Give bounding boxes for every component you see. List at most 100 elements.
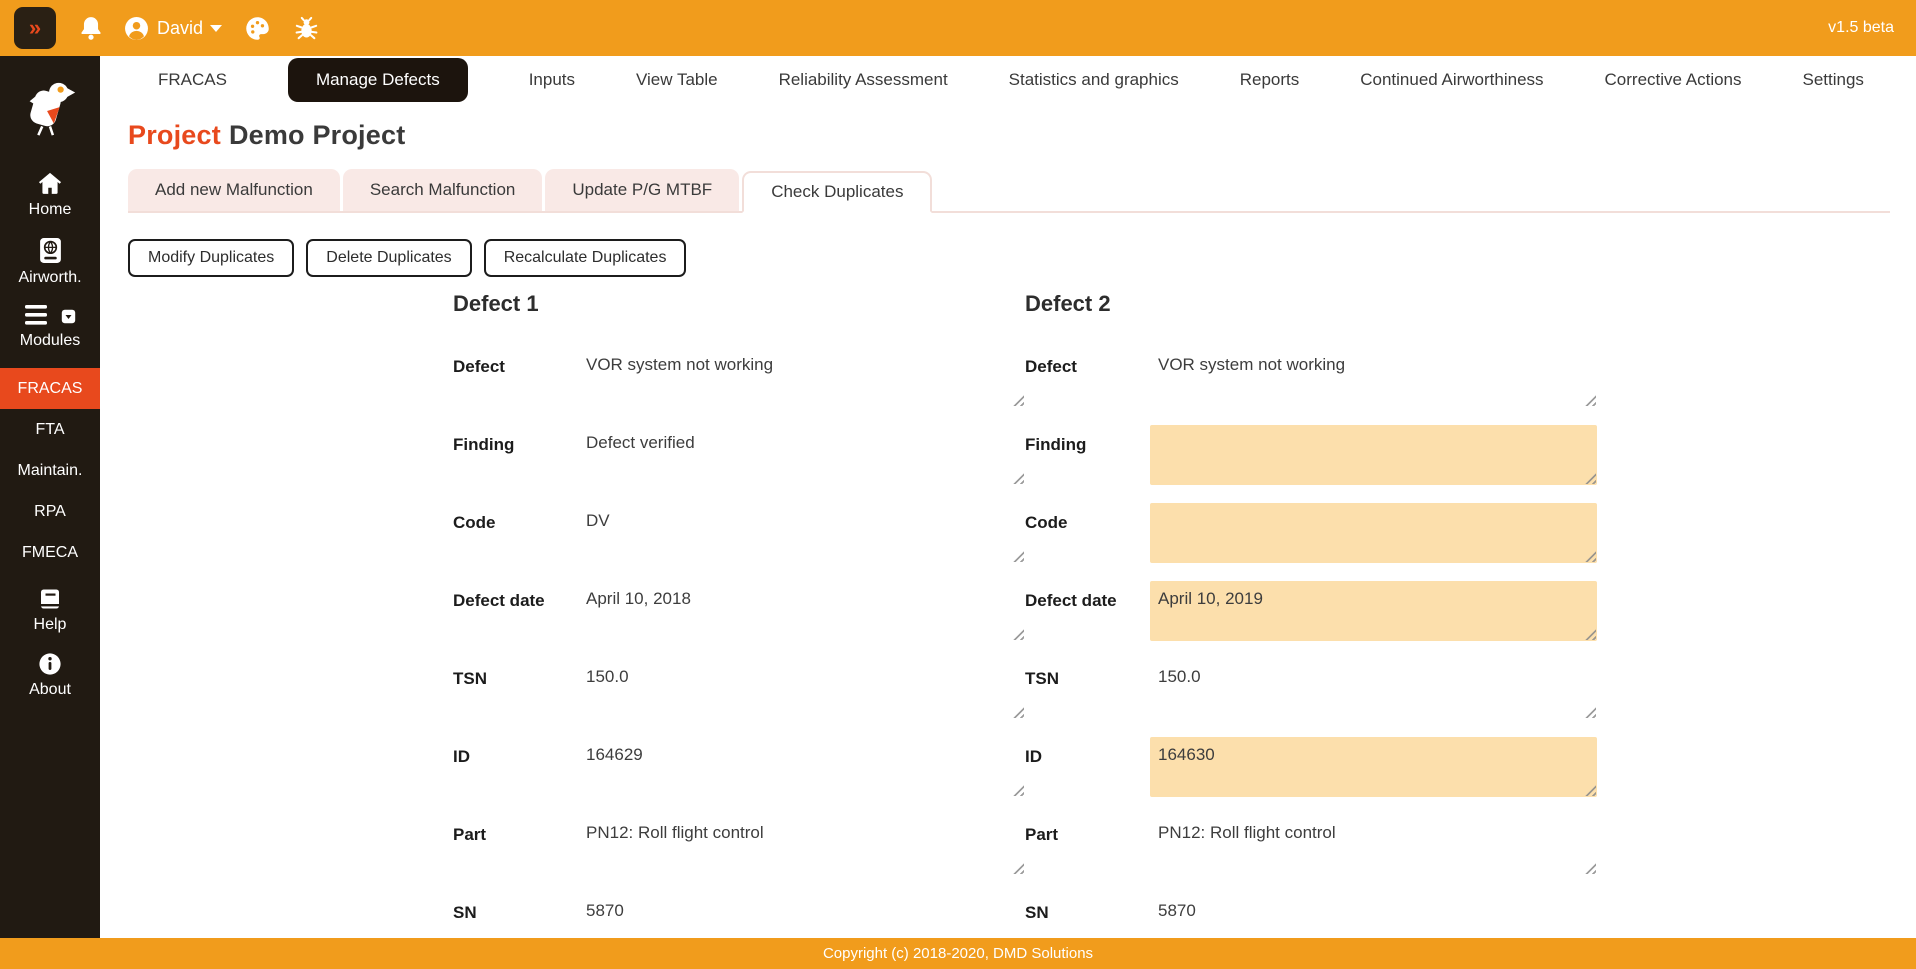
code-textarea[interactable] <box>1150 503 1597 563</box>
defect-textarea[interactable]: VOR system not working <box>1150 347 1597 407</box>
resize-grip-icon[interactable] <box>1013 785 1024 796</box>
sidebar-item-fracas[interactable]: FRACAS <box>0 368 100 409</box>
field-label: Part <box>1025 825 1059 844</box>
sidebar-item-rpa[interactable]: RPA <box>0 491 100 532</box>
resize-grip-icon[interactable] <box>1585 473 1596 484</box>
field-label: TSN <box>453 669 487 688</box>
field-value: DV <box>586 511 610 530</box>
sn-textarea[interactable]: 5870 <box>1150 893 1597 938</box>
resize-grip-icon[interactable] <box>1585 863 1596 874</box>
id-textarea[interactable]: 164629 <box>578 737 1025 797</box>
field-row: Part PN12: Roll flight control <box>1025 815 1597 875</box>
field-label: ID <box>1025 747 1042 766</box>
tsn-textarea[interactable]: 150.0 <box>1150 659 1597 719</box>
page-title: Project Demo Project <box>128 120 1890 151</box>
theme-palette-icon[interactable] <box>244 15 271 42</box>
duplicates-toolbar: Modify Duplicates Delete Duplicates Reca… <box>128 239 1890 277</box>
bug-report-icon[interactable] <box>293 15 320 42</box>
resize-grip-icon[interactable] <box>1013 707 1024 718</box>
finding-textarea[interactable]: Defect verified <box>578 425 1025 485</box>
field-value: PN12: Roll flight control <box>1158 823 1336 842</box>
project-name: Demo Project <box>228 120 406 150</box>
user-menu[interactable]: David <box>124 16 223 41</box>
sidebar-collapse-button[interactable]: » <box>14 7 56 49</box>
tab-update-pg-mtbf[interactable]: Update P/G MTBF <box>545 169 740 211</box>
field-value: 150.0 <box>586 667 629 686</box>
part-textarea[interactable]: PN12: Roll flight control <box>578 815 1025 875</box>
defect-1-column: Defect 1 Defect VOR system not working F… <box>453 277 1025 938</box>
sidebar-item-help[interactable]: Help <box>0 587 100 634</box>
resize-grip-icon[interactable] <box>1585 707 1596 718</box>
field-value: PN12: Roll flight control <box>586 823 764 842</box>
nav-item-reports[interactable]: Reports <box>1240 70 1300 90</box>
id-textarea[interactable]: 164630 <box>1150 737 1597 797</box>
defect-textarea[interactable]: VOR system not working <box>578 347 1025 407</box>
field-row: Defect VOR system not working <box>453 347 1025 407</box>
field-label: Defect date <box>453 591 545 610</box>
sidebar-item-maintain[interactable]: Maintain. <box>0 450 100 491</box>
page-title-prefix: Project <box>128 120 221 150</box>
tab-add-new-malfunction[interactable]: Add new Malfunction <box>128 169 340 211</box>
sidebar-item-airworthiness[interactable]: Airworth. <box>0 237 100 287</box>
field-row: SN 5870 <box>453 893 1025 938</box>
nav-item-settings[interactable]: Settings <box>1802 70 1863 90</box>
defect-date-textarea[interactable]: April 10, 2018 <box>578 581 1025 641</box>
field-row: Defect VOR system not working <box>1025 347 1597 407</box>
resize-grip-icon[interactable] <box>1585 785 1596 796</box>
sidebar-item-fta[interactable]: FTA <box>0 409 100 450</box>
sidebar-item-about[interactable]: About <box>0 652 100 699</box>
sidebar-item-label: About <box>29 681 71 698</box>
resize-grip-icon[interactable] <box>1585 395 1596 406</box>
footer: Copyright (c) 2018-2020, DMD Solutions <box>0 938 1916 969</box>
nav-item-view-table[interactable]: View Table <box>636 70 718 90</box>
tab-check-duplicates[interactable]: Check Duplicates <box>742 171 933 213</box>
part-textarea[interactable]: PN12: Roll flight control <box>1150 815 1597 875</box>
field-label: Defect <box>1025 357 1077 376</box>
robin-logo[interactable] <box>18 78 82 140</box>
book-icon <box>0 587 100 611</box>
field-label: ID <box>453 747 470 766</box>
nav-item-continued-airworthiness[interactable]: Continued Airworthiness <box>1360 70 1543 90</box>
sidebar-item-label: Home <box>28 201 72 218</box>
field-value: VOR system not working <box>586 355 774 374</box>
nav-item-corrective-actions[interactable]: Corrective Actions <box>1605 70 1742 90</box>
field-row: Finding <box>1025 425 1597 485</box>
modify-duplicates-button[interactable]: Modify Duplicates <box>128 239 295 277</box>
resize-grip-icon[interactable] <box>1585 551 1596 562</box>
defect-date-textarea[interactable]: April 10, 2019 <box>1150 581 1597 641</box>
nav-item-statistics-and-graphics[interactable]: Statistics and graphics <box>1009 70 1179 90</box>
tab-search-malfunction[interactable]: Search Malfunction <box>342 169 543 211</box>
finding-textarea[interactable] <box>1150 425 1597 485</box>
sidebar-item-fmeca[interactable]: FMECA <box>0 532 100 573</box>
field-label: SN <box>453 903 477 922</box>
nav-item-manage-defects[interactable]: Manage Defects <box>287 58 468 102</box>
nav-item-fracas[interactable]: FRACAS <box>158 70 227 90</box>
sn-textarea[interactable]: 5870 <box>578 893 1025 938</box>
resize-grip-icon[interactable] <box>1013 863 1024 874</box>
sidebar-item-label: Help <box>33 616 67 633</box>
sidebar-item-modules[interactable]: Modules <box>0 305 100 350</box>
tsn-textarea[interactable]: 150.0 <box>578 659 1025 719</box>
sidebar-item-label: Airworth. <box>18 269 82 286</box>
chevron-down-icon <box>210 24 223 32</box>
resize-grip-icon[interactable] <box>1013 551 1024 562</box>
notifications-bell-icon[interactable] <box>78 15 104 41</box>
field-label: Defect <box>453 357 505 376</box>
field-row: Finding Defect verified <box>453 425 1025 485</box>
nav-item-inputs[interactable]: Inputs <box>529 70 575 90</box>
resize-grip-icon[interactable] <box>1013 629 1024 640</box>
code-textarea[interactable]: DV <box>578 503 1025 563</box>
delete-duplicates-button[interactable]: Delete Duplicates <box>306 239 472 277</box>
subtab-bar: Add new Malfunction Search Malfunction U… <box>128 169 1890 213</box>
nav-item-reliability-assessment[interactable]: Reliability Assessment <box>779 70 948 90</box>
recalculate-duplicates-button[interactable]: Recalculate Duplicates <box>483 239 687 277</box>
field-label: Defect date <box>1025 591 1117 610</box>
resize-grip-icon[interactable] <box>1585 629 1596 640</box>
field-value: 164630 <box>1158 745 1215 764</box>
field-label: Code <box>1025 513 1068 532</box>
field-row: Defect date April 10, 2018 <box>453 581 1025 641</box>
resize-grip-icon[interactable] <box>1013 473 1024 484</box>
resize-grip-icon[interactable] <box>1013 395 1024 406</box>
sidebar-item-home[interactable]: Home <box>0 170 100 219</box>
field-label: SN <box>1025 903 1049 922</box>
